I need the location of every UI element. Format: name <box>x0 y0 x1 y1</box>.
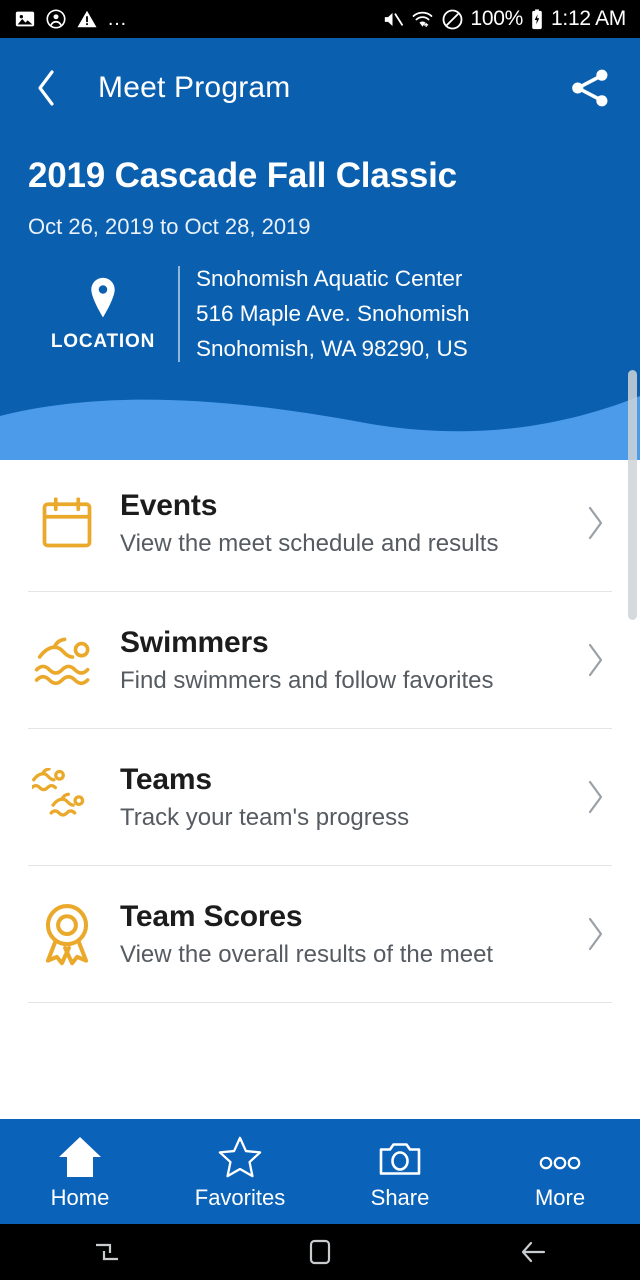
tab-home[interactable]: Home <box>0 1133 160 1211</box>
map-pin-icon <box>86 276 120 325</box>
do-not-disturb-icon <box>441 8 464 31</box>
star-icon <box>217 1133 263 1179</box>
tab-label: Favorites <box>194 1184 286 1210</box>
tab-label: Home <box>50 1184 110 1210</box>
page-title: Meet Program <box>98 71 291 104</box>
home-icon <box>57 1133 103 1179</box>
scrollbar-thumb[interactable] <box>628 370 637 620</box>
menu-item-title: Events <box>120 488 218 522</box>
address-line-3: Snohomish, WA 98290, US <box>196 336 468 361</box>
wifi-icon <box>411 8 434 31</box>
chevron-right-icon <box>578 916 612 952</box>
menu-item-title: Team Scores <box>120 899 303 933</box>
address-line-2: 516 Maple Ave. Snohomish <box>196 301 470 326</box>
status-bar: … 100% 1:12 AM <box>0 0 640 38</box>
overflow-dots-icon: … <box>107 8 128 30</box>
image-icon <box>14 8 36 30</box>
tab-favorites[interactable]: Favorites <box>160 1133 320 1211</box>
location-divider <box>178 266 180 362</box>
address-line-1: Snohomish Aquatic Center <box>196 266 463 291</box>
award-ribbon-icon <box>28 901 106 967</box>
meet-location: LOCATION Snohomish Aquatic Center 516 Ma… <box>0 266 640 362</box>
status-bar-left: … <box>14 8 128 30</box>
menu-item-events[interactable]: Events View the meet schedule and result… <box>0 455 640 591</box>
menu-list: Events View the meet schedule and result… <box>0 455 640 1003</box>
location-address: Snohomish Aquatic Center 516 Maple Ave. … <box>196 266 470 362</box>
app-bar: Meet Program <box>0 38 640 138</box>
tab-label: More <box>534 1184 586 1210</box>
menu-item-subtitle: View the overall results of the meet <box>120 940 494 968</box>
chevron-right-icon <box>578 642 612 678</box>
menu-item-subtitle: Find swimmers and follow favorites <box>120 666 494 694</box>
location-label: LOCATION <box>50 330 156 352</box>
swimmer-icon <box>28 632 106 688</box>
tab-share[interactable]: Share <box>320 1133 480 1211</box>
meet-header: Meet Program 2019 Cascade Fall Classic O… <box>0 38 640 438</box>
android-nav-bar <box>0 1224 640 1280</box>
back-button[interactable] <box>22 64 70 112</box>
more-dots-icon <box>536 1133 584 1179</box>
warning-icon <box>76 8 98 30</box>
two-swimmers-icon <box>28 768 106 826</box>
home-square-icon[interactable] <box>213 1235 426 1269</box>
menu-item-text: Events View the meet schedule and result… <box>120 489 578 558</box>
menu-item-team-scores[interactable]: Team Scores View the overall results of … <box>0 866 640 1002</box>
meet-title: 2019 Cascade Fall Classic <box>28 156 457 195</box>
status-bar-right: 100% 1:12 AM <box>381 7 626 31</box>
location-label-group: LOCATION <box>28 276 178 353</box>
back-arrow-icon[interactable] <box>427 1235 640 1269</box>
battery-icon <box>530 8 544 31</box>
clock-label: 1:12 AM <box>551 7 626 30</box>
list-divider <box>28 1002 612 1003</box>
menu-item-teams[interactable]: Teams Track your team's progress <box>0 729 640 865</box>
tab-more[interactable]: More <box>480 1133 640 1211</box>
menu-item-swimmers[interactable]: Swimmers Find swimmers and follow favori… <box>0 592 640 728</box>
menu-item-text: Team Scores View the overall results of … <box>120 900 578 969</box>
camera-icon <box>378 1133 422 1179</box>
menu-item-title: Swimmers <box>120 625 269 659</box>
tab-label: Share <box>370 1184 430 1210</box>
battery-percent-label: 100% <box>470 7 524 30</box>
menu-item-subtitle: Track your team's progress <box>120 803 410 831</box>
menu-item-text: Swimmers Find swimmers and follow favori… <box>120 626 578 695</box>
menu-item-text: Teams Track your team's progress <box>120 763 578 832</box>
share-button[interactable] <box>564 62 616 114</box>
account-icon <box>45 8 67 30</box>
menu-item-subtitle: View the meet schedule and results <box>120 529 499 557</box>
calendar-icon <box>28 493 106 553</box>
bottom-tab-bar: Home Favorites Share More <box>0 1119 640 1224</box>
chevron-right-icon <box>578 779 612 815</box>
menu-item-title: Teams <box>120 762 212 796</box>
meet-dates: Oct 26, 2019 to Oct 28, 2019 <box>28 214 311 239</box>
chevron-right-icon <box>578 505 612 541</box>
recents-icon[interactable] <box>0 1235 213 1269</box>
mute-icon <box>381 8 404 31</box>
